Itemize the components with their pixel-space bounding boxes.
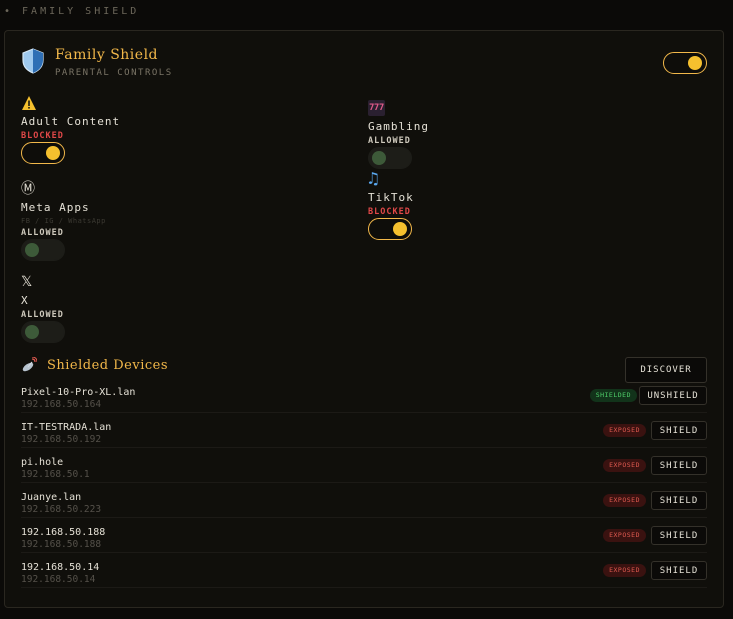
device-name: 192.168.50.188 xyxy=(21,527,106,538)
page-subtitle: PARENTAL CONTROLS xyxy=(55,68,173,78)
toggle-knob xyxy=(46,146,60,160)
device-ip: 192.168.50.188 xyxy=(21,539,102,550)
tiktok-toggle[interactable] xyxy=(368,218,412,240)
page-title: Family Shield xyxy=(55,47,159,63)
category-name: TikTok xyxy=(368,191,414,204)
gambling-toggle[interactable] xyxy=(368,147,412,169)
device-row: Juanye.lan 192.168.50.223 EXPOSED SHIELD xyxy=(21,483,707,518)
app-title-bar: • FAMILY SHIELD xyxy=(4,6,140,17)
meta-icon: Ⓜ xyxy=(21,181,35,197)
category-status: ALLOWED xyxy=(21,310,64,320)
toggle-knob xyxy=(372,151,386,165)
toggle-knob xyxy=(25,325,39,339)
category-name: Gambling xyxy=(368,120,429,133)
panel-header: Family Shield PARENTAL CONTROLS xyxy=(21,47,173,78)
shield-button[interactable]: SHIELD xyxy=(651,421,707,440)
device-row: Pixel-10-Pro-XL.lan 192.168.50.164 SHIEL… xyxy=(21,386,707,413)
device-ip: 192.168.50.14 xyxy=(21,574,96,585)
device-ip: 192.168.50.223 xyxy=(21,504,102,515)
category-name: X xyxy=(21,294,29,307)
device-row: 192.168.50.188 192.168.50.188 EXPOSED SH… xyxy=(21,518,707,553)
category-x: 𝕏 X ALLOWED xyxy=(21,274,65,343)
toggle-knob xyxy=(688,56,702,70)
device-ip: 192.168.50.1 xyxy=(21,469,90,480)
shield-button[interactable]: SHIELD xyxy=(651,526,707,545)
device-name: IT-TESTRADA.lan xyxy=(21,422,112,433)
music-note-icon: ♫ xyxy=(368,169,379,189)
category-status: ALLOWED xyxy=(21,228,64,238)
devices-section-title: Shielded Devices xyxy=(47,357,169,373)
category-status: ALLOWED xyxy=(368,136,411,146)
device-row: pi.hole 192.168.50.1 EXPOSED SHIELD xyxy=(21,448,707,483)
device-name: Juanye.lan xyxy=(21,492,82,503)
shield-button[interactable]: SHIELD xyxy=(651,491,707,510)
category-name: Meta Apps xyxy=(21,201,90,214)
meta-apps-toggle[interactable] xyxy=(21,239,65,261)
slot-machine-icon: 777 xyxy=(368,100,385,116)
device-name: 192.168.50.14 xyxy=(21,562,100,573)
master-shield-toggle[interactable] xyxy=(663,52,707,74)
device-row: 192.168.50.14 192.168.50.14 EXPOSED SHIE… xyxy=(21,553,707,588)
status-badge: EXPOSED xyxy=(603,459,646,472)
status-badge: EXPOSED xyxy=(603,564,646,577)
category-tiktok: ♫ TikTok BLOCKED xyxy=(368,171,414,240)
category-meta-apps: Ⓜ Meta Apps FB / IG / WhatsApp ALLOWED xyxy=(21,181,106,261)
shield-icon xyxy=(22,48,44,74)
status-badge: EXPOSED xyxy=(603,494,646,507)
x-logo-icon: 𝕏 xyxy=(21,274,33,290)
unshield-button[interactable]: UNSHIELD xyxy=(639,386,707,405)
x-toggle[interactable] xyxy=(21,321,65,343)
toggle-knob xyxy=(25,243,39,257)
device-name: Pixel-10-Pro-XL.lan xyxy=(21,387,136,398)
category-name: Adult Content xyxy=(21,115,121,128)
category-subtitle: FB / IG / WhatsApp xyxy=(21,217,106,225)
status-badge: EXPOSED xyxy=(603,529,646,542)
shield-button[interactable]: SHIELD xyxy=(651,561,707,580)
status-badge: SHIELDED xyxy=(589,389,637,402)
status-badge: EXPOSED xyxy=(603,424,646,437)
adult-content-toggle[interactable] xyxy=(21,142,65,164)
discover-button[interactable]: DISCOVER xyxy=(625,357,707,383)
family-shield-panel: Family Shield PARENTAL CONTROLS Adult Co… xyxy=(4,30,724,608)
category-status: BLOCKED xyxy=(368,207,411,217)
device-ip: 192.168.50.192 xyxy=(21,434,102,445)
device-list: Pixel-10-Pro-XL.lan 192.168.50.164 SHIEL… xyxy=(5,386,723,591)
satellite-icon xyxy=(22,357,37,372)
toggle-knob xyxy=(393,222,407,236)
device-row: IT-TESTRADA.lan 192.168.50.192 EXPOSED S… xyxy=(21,413,707,448)
device-name: pi.hole xyxy=(21,457,64,468)
shield-button[interactable]: SHIELD xyxy=(651,456,707,475)
device-ip: 192.168.50.164 xyxy=(21,399,102,410)
warning-icon xyxy=(22,96,36,110)
shielded-devices-header: Shielded Devices xyxy=(21,357,168,373)
category-gambling: 777 Gambling ALLOWED xyxy=(368,95,429,169)
category-adult-content: Adult Content BLOCKED xyxy=(21,95,120,164)
category-status: BLOCKED xyxy=(21,131,64,141)
